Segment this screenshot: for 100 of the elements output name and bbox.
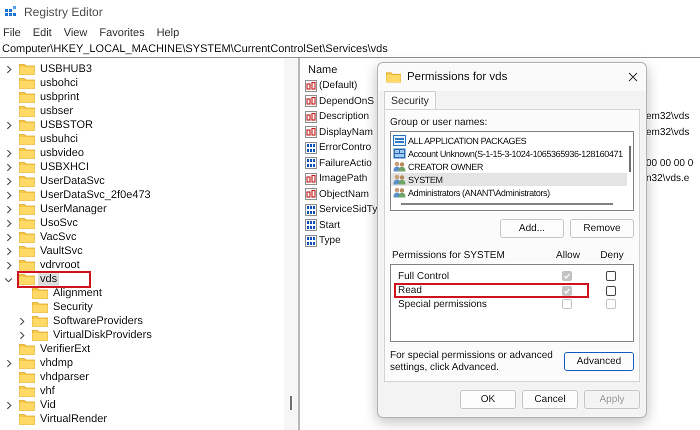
string-value-icon — [305, 126, 317, 138]
user-item[interactable]: ALL APPLICATION PACKAGES — [391, 134, 627, 147]
binary-value-icon — [305, 219, 317, 232]
tree-item[interactable]: vhf — [38, 384, 57, 398]
folder-icon — [19, 343, 35, 355]
tree-item[interactable]: vhdparser — [38, 370, 91, 384]
folder-icon — [19, 189, 35, 201]
folder-icon — [19, 231, 35, 243]
scrollbar[interactable] — [284, 58, 298, 430]
permission-name: Read — [398, 285, 423, 296]
user-item[interactable]: Administrators (ANANT\Administrators) — [391, 186, 627, 199]
tree-item[interactable]: VacSvc — [38, 230, 78, 244]
tree-item[interactable]: UserManager — [38, 202, 109, 216]
scrollbar-thumb[interactable] — [290, 396, 292, 410]
tree-item[interactable]: VaultSvc — [38, 244, 85, 258]
tree-item[interactable]: usbuhci — [38, 132, 80, 146]
caret-icon[interactable] — [4, 176, 13, 186]
value-name[interactable]: (Default) — [319, 80, 358, 92]
value-name[interactable]: ErrorContro — [319, 142, 372, 154]
caret-icon[interactable] — [4, 358, 13, 368]
button[interactable]: OK — [460, 390, 516, 409]
button[interactable]: Remove — [570, 219, 634, 238]
tree-item[interactable]: UserDataSvc — [38, 174, 107, 188]
caret-icon[interactable] — [4, 64, 13, 74]
grid-icon — [393, 148, 406, 159]
caret-icon[interactable] — [17, 330, 26, 340]
caret-icon[interactable] — [4, 162, 13, 172]
caret-icon[interactable] — [4, 218, 13, 228]
tree-item[interactable]: vdrvroot — [38, 258, 82, 272]
tree-item[interactable]: vhdmp — [38, 356, 76, 370]
tree-item[interactable]: Alignment — [51, 286, 104, 300]
value-name[interactable]: ImagePath — [319, 173, 368, 184]
folder-icon — [19, 91, 35, 103]
tree-item[interactable]: VirtualDiskProviders — [51, 328, 154, 342]
button[interactable]: Add... — [500, 219, 564, 238]
caret-icon[interactable] — [4, 148, 13, 158]
tree-item[interactable]: USBSTOR — [38, 118, 95, 132]
tree-item[interactable]: UserDataSvc_2f0e473 — [38, 188, 153, 202]
tree-item[interactable]: VerifierExt — [38, 342, 92, 356]
tree-item[interactable]: usbvideo — [38, 146, 86, 160]
value-name[interactable]: FailureActio — [319, 158, 372, 169]
address-bar[interactable]: Computer\HKEY_LOCAL_MACHINE\SYSTEM\CurrentControlSet\Services\vds — [2, 43, 388, 55]
menu-item[interactable]: Help — [156, 26, 180, 38]
menu-item[interactable]: File — [3, 26, 21, 38]
tree-item[interactable]: USBXHCI — [38, 160, 91, 174]
tree-item[interactable]: Vid — [38, 398, 58, 412]
caret-icon[interactable] — [4, 190, 13, 200]
tree-item[interactable]: usbprint — [38, 90, 82, 104]
caret-icon[interactable] — [4, 246, 13, 256]
package-icon — [393, 135, 406, 146]
permission-name: Full Control — [398, 270, 450, 282]
tab[interactable]: Security — [384, 91, 436, 109]
caret-icon[interactable] — [17, 316, 26, 326]
tree-item[interactable]: USBHUB3 — [38, 62, 94, 76]
value-name[interactable]: Type — [319, 235, 341, 246]
tree-item[interactable]: SoftwareProviders — [51, 314, 145, 328]
binary-value-icon — [305, 204, 317, 216]
folder-icon — [19, 245, 35, 257]
tree-item[interactable]: usbser — [38, 104, 76, 118]
folder-icon — [19, 105, 35, 117]
folder-icon — [19, 413, 35, 425]
value-name[interactable]: Description — [319, 111, 370, 122]
value-name[interactable]: DisplayNam — [319, 126, 373, 138]
user-item[interactable]: SYSTEM — [391, 173, 627, 186]
caret-icon[interactable] — [4, 400, 13, 410]
tree-item[interactable]: VirtualRender — [38, 412, 110, 426]
folder-icon — [32, 315, 48, 327]
menu-item[interactable]: Favorites — [99, 26, 145, 38]
folder-icon — [19, 371, 35, 383]
string-value-icon — [305, 80, 317, 92]
value-name[interactable]: ServiceSidTy — [319, 204, 378, 216]
string-value-icon — [305, 188, 317, 200]
caret-icon[interactable] — [4, 204, 13, 214]
close-icon[interactable] — [628, 72, 638, 82]
caret-icon[interactable] — [4, 120, 13, 130]
column-header: Allow — [555, 250, 581, 261]
caret-icon[interactable] — [4, 260, 13, 270]
tree-item[interactable]: Security — [51, 300, 95, 314]
value-name[interactable]: Start — [319, 220, 340, 231]
value-data: em32\vds — [646, 126, 690, 138]
value-data: em32\vds — [646, 111, 690, 122]
tree-item[interactable]: vds — [38, 272, 60, 286]
tree-item[interactable]: usbohci — [38, 76, 80, 90]
menu-item[interactable]: Edit — [32, 26, 52, 38]
caret-icon[interactable] — [4, 232, 13, 242]
folder-icon — [19, 161, 35, 173]
advanced-button[interactable]: Advanced — [564, 352, 634, 371]
scrollbar[interactable] — [401, 203, 613, 205]
dialog-title: Permissions for vds — [407, 71, 508, 83]
checkbox[interactable] — [606, 271, 616, 281]
value-name[interactable]: DependOnS — [319, 96, 374, 107]
value-name[interactable]: ObjectNam — [319, 188, 370, 200]
user-item[interactable]: CREATOR OWNER — [391, 160, 627, 173]
column-header: Deny — [599, 250, 625, 261]
tree-item[interactable]: UsoSvc — [38, 216, 80, 230]
button[interactable]: Cancel — [522, 390, 578, 409]
value-data: n32\vds.e — [646, 173, 690, 184]
checkbox[interactable] — [606, 286, 616, 296]
menu-item[interactable]: View — [64, 26, 88, 38]
user-item[interactable]: Account Unknown(S-1-15-3-1024-1065365936-128160471 — [391, 147, 627, 160]
